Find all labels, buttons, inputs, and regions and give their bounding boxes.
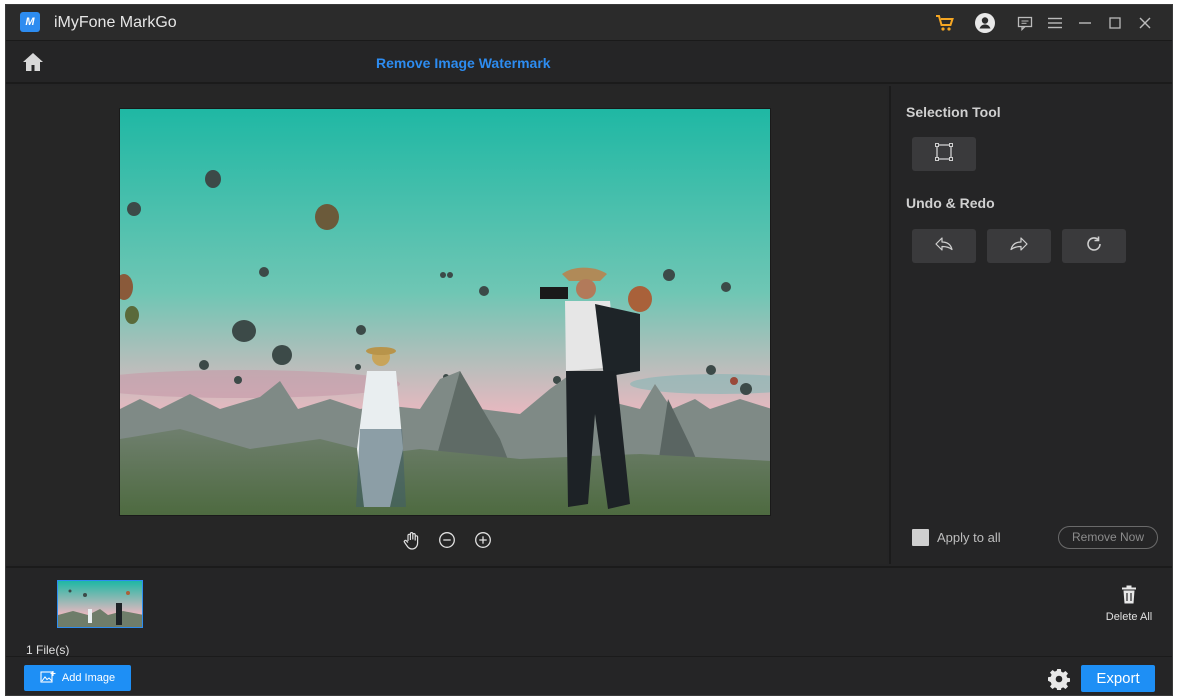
page-title: Remove Image Watermark xyxy=(376,55,551,71)
remove-now-button[interactable]: Remove Now xyxy=(1058,526,1158,549)
file-count: 1 File(s) xyxy=(26,643,70,657)
rectangle-select-button[interactable] xyxy=(912,137,976,171)
minimize-icon[interactable] xyxy=(1070,12,1100,34)
add-image-label: Add Image xyxy=(61,672,116,684)
tool-panel: Selection Tool Undo & Redo Apply to all xyxy=(889,86,1172,564)
apply-to-all-checkbox[interactable] xyxy=(912,529,929,546)
add-image-icon xyxy=(40,670,56,687)
app-window: M iMyFone MarkGo Remove Image Watermark … xyxy=(5,4,1173,696)
add-image-button[interactable]: Add Image xyxy=(24,665,131,691)
reset-icon xyxy=(1085,235,1103,258)
undo-button[interactable] xyxy=(912,229,976,263)
rectangle-select-icon xyxy=(934,142,954,167)
app-logo: M xyxy=(20,12,40,32)
titlebar-controls xyxy=(930,12,1160,34)
file-thumbnail[interactable] xyxy=(57,580,143,628)
export-button[interactable]: Export xyxy=(1081,665,1155,692)
app-title: iMyFone MarkGo xyxy=(54,14,177,31)
apply-to-all-label: Apply to all xyxy=(937,530,1001,545)
menu-icon[interactable] xyxy=(1040,12,1070,34)
close-icon[interactable] xyxy=(1130,12,1160,34)
preview-image[interactable] xyxy=(119,108,771,516)
settings-gear-icon[interactable] xyxy=(1048,668,1070,691)
undo-redo-title: Undo & Redo xyxy=(906,195,995,211)
account-icon[interactable] xyxy=(970,12,1000,34)
trash-icon xyxy=(1121,585,1137,608)
selection-tool-title: Selection Tool xyxy=(906,104,1001,120)
undo-icon xyxy=(934,236,954,257)
reset-button[interactable] xyxy=(1062,229,1126,263)
delete-all-button[interactable]: Delete All xyxy=(1104,585,1154,623)
zoom-in-icon[interactable] xyxy=(473,530,493,550)
home-icon[interactable] xyxy=(22,52,44,72)
bottom-bar: Add Image Export xyxy=(6,656,1172,695)
title-bar: M iMyFone MarkGo xyxy=(6,5,1172,41)
maximize-icon[interactable] xyxy=(1100,12,1130,34)
zoom-out-icon[interactable] xyxy=(437,530,457,550)
view-tools xyxy=(401,530,493,550)
preview-canvas xyxy=(6,86,887,564)
file-strip: 1 File(s) Delete All xyxy=(6,566,1172,657)
delete-all-label: Delete All xyxy=(1105,611,1153,623)
cart-icon[interactable] xyxy=(930,12,960,34)
redo-icon xyxy=(1009,236,1029,257)
hand-icon[interactable] xyxy=(401,530,421,550)
apply-to-all: Apply to all xyxy=(912,529,1001,546)
feedback-icon[interactable] xyxy=(1010,12,1040,34)
page-header: Remove Image Watermark xyxy=(6,42,1172,84)
redo-button[interactable] xyxy=(987,229,1051,263)
